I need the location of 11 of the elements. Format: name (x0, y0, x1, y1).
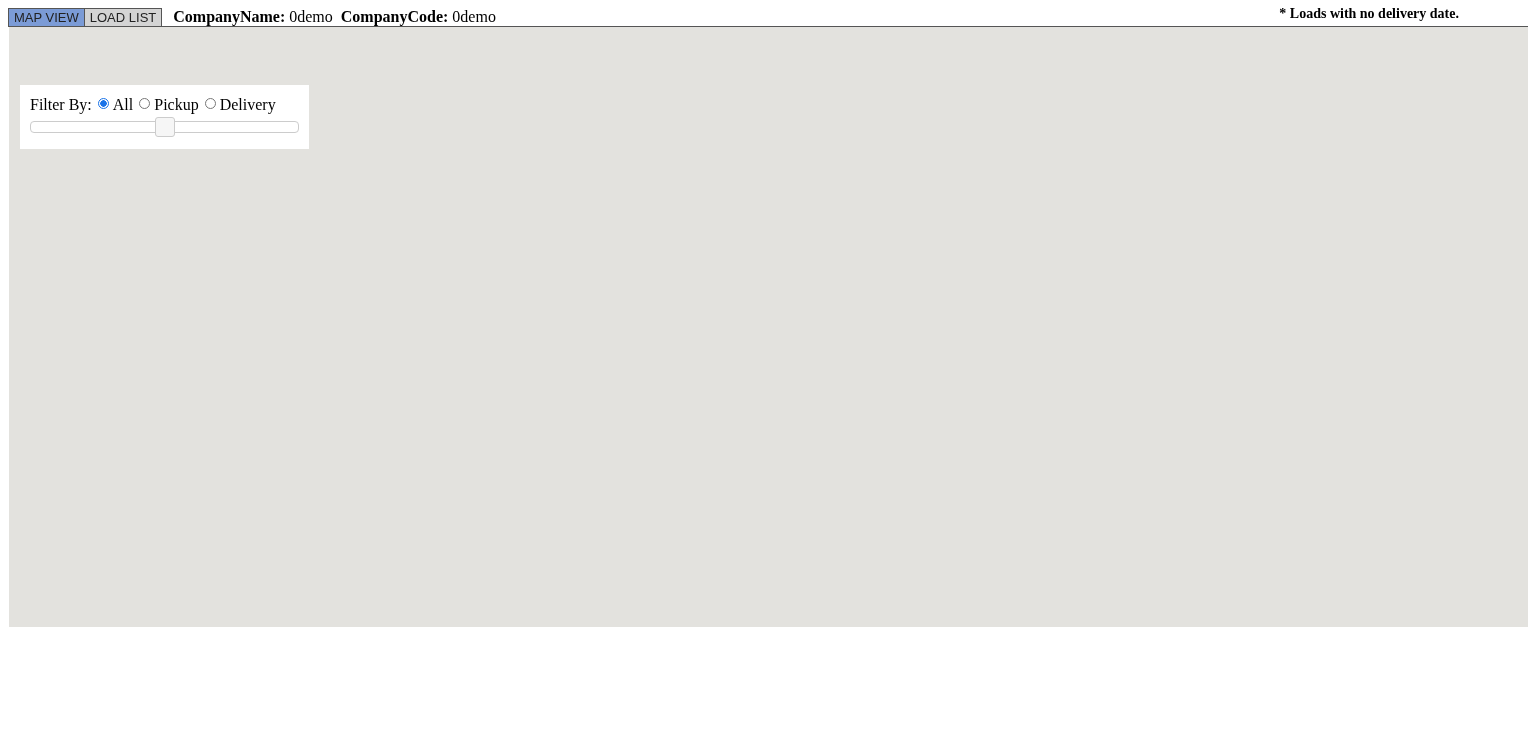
note-text: * Loads with no delivery date. (1279, 5, 1459, 23)
slider-thumb[interactable] (154, 117, 175, 137)
view-tab[interactable]: LOAD LIST (83, 8, 163, 26)
radio-label[interactable]: All (112, 96, 134, 114)
company-field-text: CompanyName: 0demo (173, 8, 333, 26)
radio-label[interactable]: Delivery (219, 96, 276, 114)
view-tab[interactable]: MAP VIEW (8, 8, 85, 26)
radio-button[interactable] (97, 97, 109, 109)
company-field-text: CompanyCode: 0demo (340, 8, 496, 26)
filter-label: Filter By: (30, 96, 92, 114)
radio-label[interactable]: Pickup (154, 96, 199, 114)
